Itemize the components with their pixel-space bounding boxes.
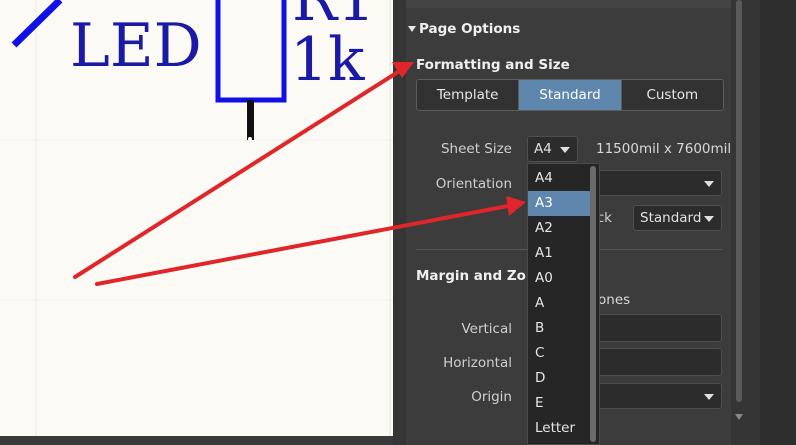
option-b[interactable]: B — [528, 316, 590, 341]
panel-edge — [760, 0, 796, 445]
formatting-title: Formatting and Size — [416, 57, 570, 73]
format-mode-tabs: Template Standard Custom — [416, 79, 724, 111]
sheet-dimensions: 11500mil x 7600mil — [596, 141, 732, 157]
show-zones-label: ones — [598, 292, 631, 308]
option-a[interactable]: A — [528, 291, 590, 316]
tab-standard[interactable]: Standard — [519, 80, 622, 110]
scroll-down-icon[interactable] — [735, 414, 743, 420]
panel-scrollbar[interactable] — [736, 0, 742, 402]
horizontal-label: Horizontal — [443, 355, 512, 371]
led-label: LED — [70, 11, 202, 81]
title-block-value: Standard — [640, 210, 702, 226]
led-arrow-line — [11, 0, 63, 48]
option-a0[interactable]: A0 — [528, 266, 590, 291]
orientation-label: Orientation — [435, 176, 512, 192]
resistor-pin — [247, 100, 254, 140]
dropdown-scrollbar[interactable] — [590, 166, 596, 442]
title-block-select[interactable]: Standard — [633, 205, 722, 231]
chevron-down-icon — [704, 181, 714, 187]
option-a2[interactable]: A2 — [528, 216, 590, 241]
tab-custom[interactable]: Custom — [621, 80, 723, 110]
vertical-label: Vertical — [461, 321, 512, 337]
triangle-down-icon[interactable] — [408, 26, 416, 32]
chevron-down-icon — [704, 216, 714, 222]
panel-top-edge — [406, 0, 731, 8]
resistor-body — [215, 0, 287, 103]
chevron-down-icon — [560, 147, 570, 153]
canvas-statusbar — [0, 436, 393, 445]
option-a3[interactable]: A3 — [528, 191, 590, 216]
page-options-title[interactable]: Page Options — [419, 21, 520, 37]
margin-zones-title: Margin and Zone — [416, 268, 545, 284]
sheet-size-value: A4 — [534, 141, 552, 157]
option-letter[interactable]: Letter — [528, 416, 590, 441]
option-c[interactable]: C — [528, 341, 590, 366]
sheet-size-label: Sheet Size — [440, 141, 512, 157]
option-d[interactable]: D — [528, 366, 590, 391]
schematic-canvas[interactable]: LED R1 1k — [0, 0, 393, 436]
resistor-value: 1k — [290, 25, 365, 95]
origin-label: Origin — [471, 389, 512, 405]
sheet-size-select[interactable]: A4 — [527, 136, 578, 162]
option-a4[interactable]: A4 — [528, 166, 590, 191]
option-a1[interactable]: A1 — [528, 241, 590, 266]
chevron-down-icon — [704, 394, 714, 400]
tab-template[interactable]: Template — [417, 80, 520, 110]
option-e[interactable]: E — [528, 391, 590, 416]
sheet-size-dropdown: A4 A3 A2 A1 A0 A B C D E Letter — [527, 163, 600, 445]
